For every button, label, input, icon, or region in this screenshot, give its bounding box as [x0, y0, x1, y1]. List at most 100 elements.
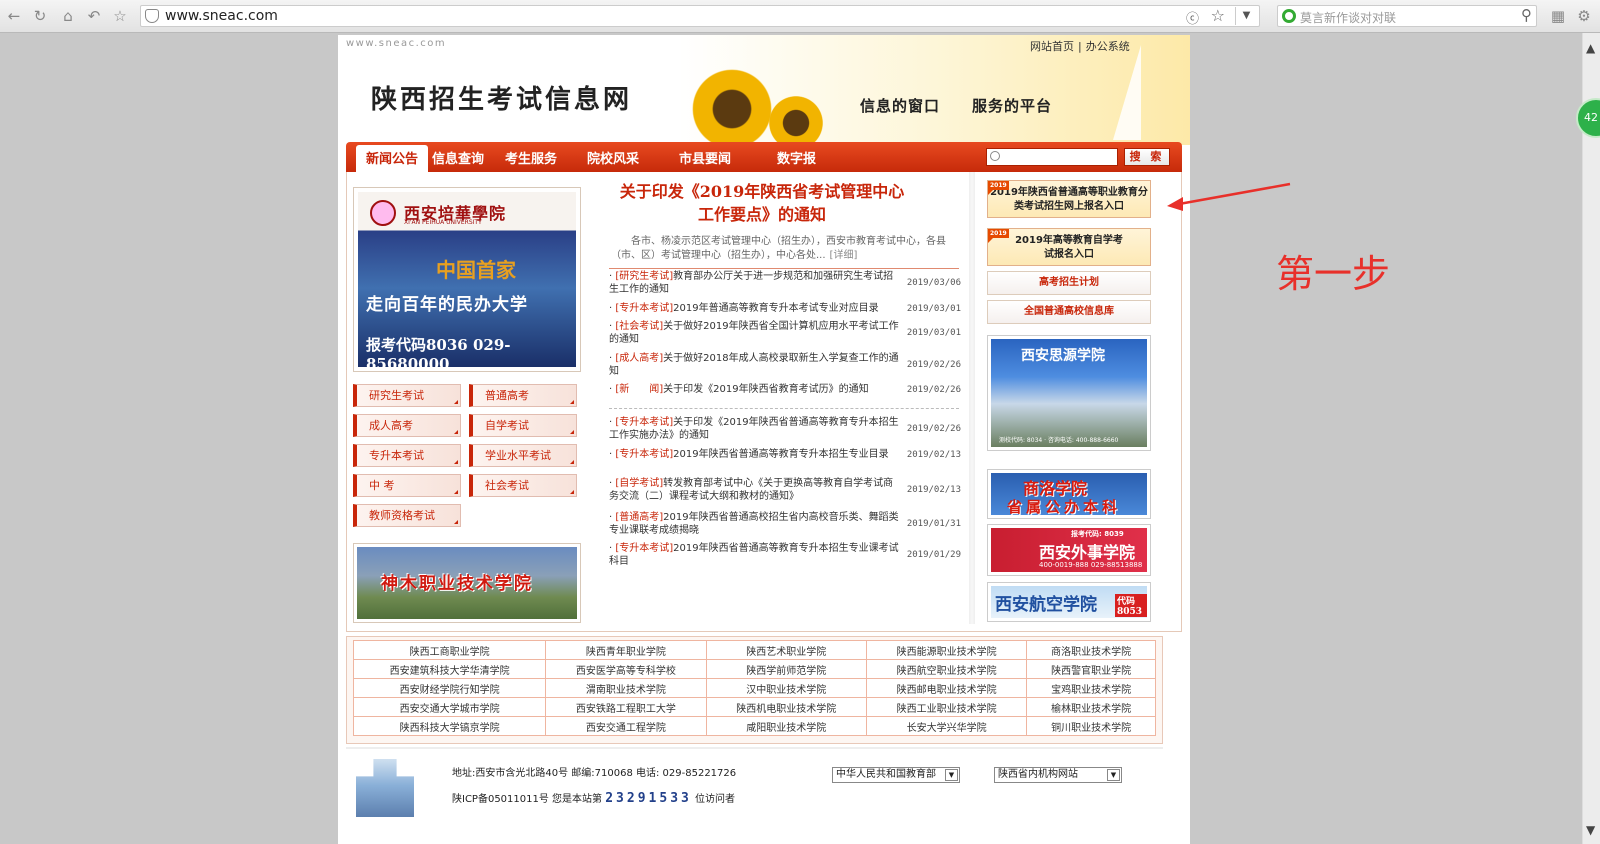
- shenmu-college-ad[interactable]: 神木职业技术学院: [353, 543, 581, 623]
- news-item[interactable]: · [普通高考]2019年陕西省普通高校招生省内高校音乐类、舞蹈类专业课联考成绩…: [609, 511, 961, 537]
- news-title[interactable]: · [研究生考试]教育部办公厅关于进一步规范和加强研究生考试招生工作的通知: [609, 270, 901, 296]
- school-link[interactable]: 宝鸡职业技术学院: [1026, 678, 1156, 698]
- favorite-icon[interactable]: ☆: [110, 6, 130, 26]
- scroll-down-icon[interactable]: ▼: [1586, 823, 1595, 837]
- news-text[interactable]: 2019年普通高等教育专升本考试专业对应目录: [673, 303, 878, 314]
- nav-candidate-service[interactable]: 考生服务: [505, 148, 557, 167]
- news-text[interactable]: 关于印发《2019年陕西省教育考试历》的通知: [663, 384, 868, 395]
- site-search-button[interactable]: 搜 索: [1124, 148, 1170, 166]
- school-link[interactable]: 榆林职业技术学院: [1026, 697, 1156, 717]
- link-college-entrance-exam[interactable]: 普通高考: [469, 384, 577, 407]
- xiwai-ad[interactable]: 报考代码: 8039 西安外事学院 400-0019-888 029-88513…: [987, 524, 1151, 576]
- refresh-icon[interactable]: ↻: [30, 6, 50, 26]
- school-link[interactable]: 商洛职业技术学院: [1026, 640, 1156, 660]
- news-item[interactable]: · [专升本考试]2019年普通高等教育专升本考试专业对应目录 2019/03/0…: [609, 302, 961, 315]
- summary-more-link[interactable]: [详细]: [830, 250, 858, 261]
- self-study-registration-label[interactable]: 2019年高等教育自学考试报名入口: [988, 234, 1150, 262]
- school-link[interactable]: 陕西学前师范学院: [705, 659, 867, 679]
- link-graduate-exam[interactable]: 研究生考试: [353, 384, 461, 407]
- link-social-exam[interactable]: 社会考试: [469, 474, 577, 497]
- link-middle-school-exam[interactable]: 中 考: [353, 474, 461, 497]
- school-link[interactable]: 西安铁路工程职工大学: [545, 697, 707, 717]
- enrollment-plan-button[interactable]: 高考招生计划: [987, 271, 1151, 295]
- college-database-button[interactable]: 全国普通高校信息库: [987, 300, 1151, 324]
- school-link[interactable]: 陕西工业职业技术学院: [865, 697, 1028, 717]
- xihang-ad[interactable]: 西安航空学院 代码8053: [987, 582, 1151, 622]
- provincial-sites-select[interactable]: 陕西省内机构网站 ▼: [994, 767, 1122, 783]
- school-link[interactable]: 陕西邮电职业技术学院: [865, 678, 1028, 698]
- home-icon[interactable]: ⌂: [58, 6, 78, 26]
- school-link[interactable]: 渭南职业技术学院: [545, 678, 707, 698]
- page-scrollbar[interactable]: ▲ ▼: [1582, 33, 1600, 844]
- news-item[interactable]: · [研究生考试]教育部办公厅关于进一步规范和加强研究生考试招生工作的通知 201…: [609, 270, 961, 296]
- nav-news[interactable]: 新闻公告: [356, 145, 429, 172]
- scroll-up-icon[interactable]: ▲: [1586, 41, 1595, 55]
- school-link[interactable]: 陕西能源职业技术学院: [865, 640, 1028, 660]
- school-link[interactable]: 陕西青年职业学院: [545, 640, 707, 660]
- school-link[interactable]: 长安大学兴华学院: [865, 716, 1028, 736]
- link-self-study-exam[interactable]: 自学考试: [469, 414, 577, 437]
- link-upgrade-exam[interactable]: 专升本考试: [353, 444, 461, 467]
- news-item[interactable]: · [社会考试]关于做好2019年陕西省全国计算机应用水平考试工作的通知 2019…: [609, 320, 961, 346]
- news-title[interactable]: · [成人高考]关于做好2018年成人高校录取新生入学复查工作的通知: [609, 352, 901, 378]
- news-item[interactable]: · [自学考试]转发教育部考试中心《关于更换高等教育自学考试商务交流（二）课程考…: [609, 477, 961, 503]
- tools-icon[interactable]: ⚙: [1574, 6, 1594, 26]
- news-item[interactable]: · [专升本考试]2019年陕西省普通高等教育专升本招生专业目录 2019/02/…: [609, 448, 961, 461]
- news-item[interactable]: · [专升本考试]2019年陕西省普通高等教育专升本招生专业课考试科目 2019/…: [609, 542, 961, 568]
- browser-search-box[interactable]: 莫言新作谈对对联 ⚲: [1277, 5, 1537, 27]
- home-link[interactable]: 网站首页: [1030, 40, 1074, 53]
- news-item[interactable]: · [新 闻]关于印发《2019年陕西省教育考试历》的通知 2019/02/26: [609, 383, 961, 396]
- back-icon[interactable]: ←: [4, 6, 24, 26]
- school-link[interactable]: 陕西航空职业技术学院: [865, 659, 1028, 679]
- bookmark-star-icon[interactable]: ☆: [1211, 6, 1225, 25]
- school-link[interactable]: 陕西警官职业学院: [1026, 659, 1156, 679]
- news-item[interactable]: · [成人高考]关于做好2018年成人高校录取新生入学复查工作的通知 2019/0…: [609, 352, 961, 378]
- news-title[interactable]: · [自学考试]转发教育部考试中心《关于更换高等教育自学考试商务交流（二）课程考…: [609, 477, 901, 503]
- siyuan-ad[interactable]: 西安思源学院 测校代码: 8034 · 咨询电话: 400-888-6660: [987, 335, 1151, 451]
- school-link[interactable]: 西安医学高等专科学校: [545, 659, 707, 679]
- news-title[interactable]: · [普通高考]2019年陕西省普通高校招生省内高校音乐类、舞蹈类专业课联考成绩…: [609, 511, 901, 537]
- school-link[interactable]: 咸阳职业技术学院: [705, 716, 867, 736]
- browser-e-icon[interactable]: ⓒ: [1186, 8, 1199, 27]
- undo-icon[interactable]: ↶: [84, 6, 104, 26]
- link-academic-level-exam[interactable]: 学业水平考试: [469, 444, 577, 467]
- school-link[interactable]: 铜川职业技术学院: [1026, 716, 1156, 736]
- school-link[interactable]: 西安财经学院行知学院: [352, 678, 547, 698]
- nav-county-news[interactable]: 市县要闻: [679, 148, 731, 167]
- nav-college-showcase[interactable]: 院校风采: [587, 148, 639, 167]
- nav-digital-paper[interactable]: 数字报: [777, 148, 816, 167]
- school-link[interactable]: 西安交通大学城市学院: [352, 697, 547, 717]
- school-link[interactable]: 陕西艺术职业学院: [705, 640, 867, 660]
- url-text[interactable]: www.sneac.com: [165, 8, 278, 24]
- news-item[interactable]: · [专升本考试]关于印发《2019年陕西省普通高等教育专升本招生工作实施办法》…: [609, 416, 961, 442]
- school-link[interactable]: 陕西工商职业学院: [352, 640, 547, 660]
- school-link[interactable]: 陕西机电职业技术学院: [705, 697, 867, 717]
- url-dropdown-icon[interactable]: ▼: [1235, 7, 1257, 25]
- news-title[interactable]: · [社会考试]关于做好2019年陕西省全国计算机应用水平考试工作的通知: [609, 320, 901, 346]
- school-link[interactable]: 汉中职业技术学院: [705, 678, 867, 698]
- moe-select[interactable]: 中华人民共和国教育部 ▼: [832, 767, 960, 783]
- grid-icon[interactable]: ▦: [1548, 6, 1568, 26]
- peihua-ad[interactable]: 西安培華學院 XI'AN PEIHUA UNIVERSITY 中国首家 走向百年…: [353, 187, 581, 372]
- news-text[interactable]: 2019年陕西省普通高等教育专升本招生专业目录: [673, 449, 888, 460]
- shangluo-ad[interactable]: 商洛学院 省属公办本科: [987, 469, 1151, 519]
- school-link[interactable]: 西安交通工程学院: [545, 716, 707, 736]
- news-title[interactable]: · [专升本考试]2019年陕西省普通高等教育专升本招生专业目录: [609, 448, 901, 461]
- news-title[interactable]: · [专升本考试]2019年普通高等教育专升本考试专业对应目录: [609, 302, 901, 315]
- office-system-link[interactable]: 办公系统: [1086, 40, 1130, 53]
- self-study-registration-entry[interactable]: 2019 2019年高等教育自学考试报名入口: [987, 228, 1151, 266]
- site-search-input[interactable]: [986, 148, 1118, 166]
- side-badge[interactable]: 42: [1576, 98, 1600, 138]
- school-link[interactable]: 陕西科技大学镐京学院: [352, 716, 547, 736]
- news-title[interactable]: · [新 闻]关于印发《2019年陕西省教育考试历》的通知: [609, 383, 901, 396]
- browser-search-placeholder[interactable]: 莫言新作谈对对联: [1300, 9, 1396, 26]
- news-title[interactable]: · [专升本考试]2019年陕西省普通高等教育专升本招生专业课考试科目: [609, 542, 901, 568]
- vocational-registration-label[interactable]: 2019年陕西省普通高等职业教育分类考试招生网上报名入口: [990, 187, 1148, 212]
- school-link[interactable]: 西安建筑科技大学华清学院: [352, 659, 547, 679]
- news-title[interactable]: · [专升本考试]关于印发《2019年陕西省普通高等教育专升本招生工作实施办法》…: [609, 416, 901, 442]
- link-teacher-qualification-exam[interactable]: 教师资格考试: [353, 504, 461, 527]
- vocational-registration-entry[interactable]: 2019 2019年陕西省普通高等职业教育分类考试招生网上报名入口: [987, 180, 1151, 218]
- site-title[interactable]: 陕西招生考试信息网: [371, 79, 632, 116]
- address-bar[interactable]: www.sneac.com ⓒ ☆ ▼: [140, 5, 1260, 27]
- nav-info-query[interactable]: 信息查询: [432, 148, 484, 167]
